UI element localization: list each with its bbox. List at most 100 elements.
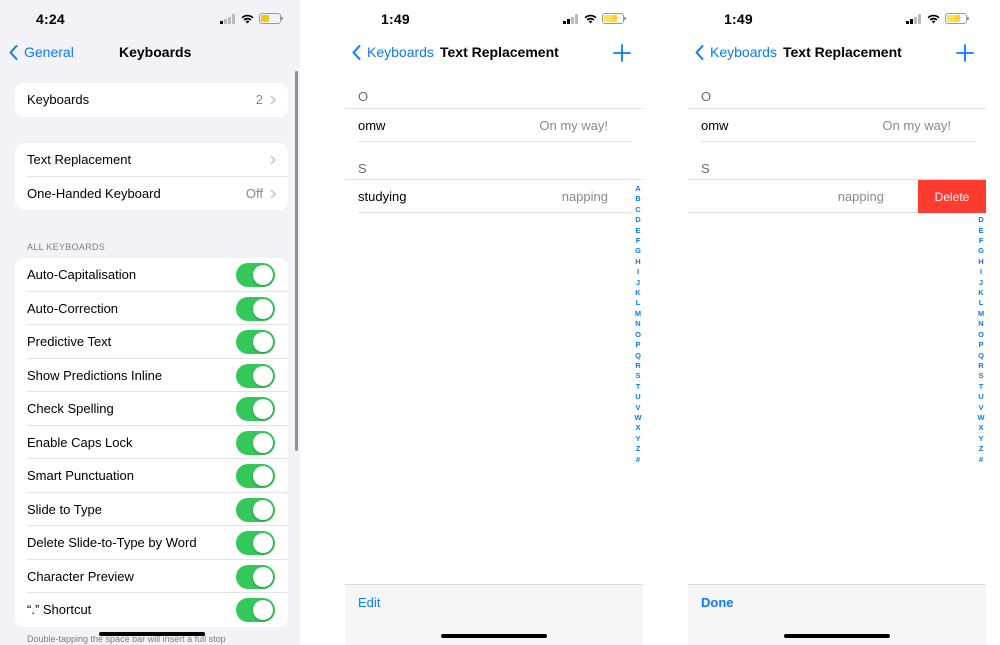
section-header-o: O: [701, 89, 712, 104]
toggle-switch[interactable]: [236, 363, 275, 388]
edit-button[interactable]: Edit: [358, 595, 380, 610]
index-letter[interactable]: J: [979, 278, 983, 288]
wifi-icon: [927, 14, 940, 23]
index-letter[interactable]: Z: [636, 444, 641, 454]
index-letter[interactable]: M: [978, 309, 984, 319]
toggle-switch[interactable]: [236, 564, 275, 589]
index-letter[interactable]: D: [635, 215, 640, 225]
index-letter[interactable]: V: [635, 403, 640, 413]
keyboards-row[interactable]: Keyboards 2: [15, 83, 288, 117]
index-letter[interactable]: X: [978, 423, 983, 433]
chevron-right-icon: [270, 155, 276, 165]
index-letter[interactable]: J: [636, 278, 640, 288]
toggle-switch[interactable]: [236, 464, 275, 488]
toggle-switch[interactable]: [236, 397, 275, 421]
index-letter[interactable]: W: [977, 413, 984, 423]
status-bar: 1:49 ⚡: [345, 0, 643, 38]
index-letter[interactable]: S: [978, 371, 983, 381]
status-time: 1:49: [381, 11, 410, 27]
index-letter[interactable]: Y: [635, 434, 640, 444]
row-label: Predictive Text: [27, 334, 112, 350]
section-index[interactable]: ABCDEFGHIJKLMNOPQRSTUVWXYZ#: [633, 184, 643, 465]
index-letter[interactable]: T: [979, 382, 984, 392]
text-options-group: Text Replacement One-Handed Keyboard Off: [15, 143, 288, 210]
home-indicator[interactable]: [441, 634, 547, 638]
chevron-right-icon: [270, 188, 276, 199]
index-letter[interactable]: K: [978, 288, 983, 298]
home-indicator[interactable]: [99, 632, 205, 636]
index-letter[interactable]: X: [635, 423, 640, 433]
status-icons: [220, 13, 283, 24]
index-letter[interactable]: C: [635, 205, 640, 215]
battery-icon: ⚡: [602, 13, 626, 24]
toggle-switch[interactable]: [236, 598, 275, 622]
toggle-switch[interactable]: [236, 263, 275, 287]
index-letter[interactable]: U: [978, 392, 983, 402]
index-letter[interactable]: D: [978, 215, 983, 225]
index-letter[interactable]: G: [978, 246, 984, 256]
index-letter[interactable]: H: [978, 257, 983, 267]
one-handed-keyboard-row[interactable]: One-Handed Keyboard Off: [15, 177, 288, 211]
index-letter[interactable]: P: [635, 340, 640, 350]
index-letter[interactable]: Q: [635, 351, 641, 361]
section-index[interactable]: ABCDEFGHIJKLMNOPQRSTUVWXYZ#: [976, 184, 986, 465]
index-letter[interactable]: H: [635, 257, 640, 267]
index-letter[interactable]: #: [636, 455, 640, 465]
index-letter[interactable]: M: [635, 309, 641, 319]
index-letter[interactable]: Z: [979, 444, 984, 454]
index-letter[interactable]: N: [635, 319, 640, 329]
index-letter[interactable]: F: [636, 236, 641, 246]
toggle-switch[interactable]: [236, 296, 275, 321]
toggle-row-enable-caps-lock: Enable Caps Lock: [15, 426, 288, 459]
text-replacement-row[interactable]: Text Replacement: [15, 143, 288, 177]
index-letter[interactable]: O: [978, 330, 984, 340]
index-letter[interactable]: #: [979, 455, 983, 465]
index-letter[interactable]: L: [636, 298, 641, 308]
index-letter[interactable]: B: [635, 194, 640, 204]
delete-button[interactable]: Delete: [918, 180, 986, 213]
back-button[interactable]: Keyboards: [352, 44, 434, 60]
index-letter[interactable]: V: [978, 403, 983, 413]
index-letter[interactable]: Q: [978, 351, 984, 361]
index-letter[interactable]: R: [635, 361, 640, 371]
section-header-o: O: [358, 89, 369, 104]
back-button[interactable]: General: [9, 44, 74, 60]
index-letter[interactable]: I: [637, 267, 639, 277]
text-replacement-delete-screen: 1:49 ⚡ Keyboards Text Replacement O omw …: [688, 0, 986, 645]
plus-icon[interactable]: [954, 42, 976, 64]
toggle-switch[interactable]: [236, 330, 275, 354]
done-button[interactable]: Done: [701, 595, 734, 610]
index-letter[interactable]: O: [635, 330, 641, 340]
home-indicator[interactable]: [784, 634, 890, 638]
index-letter[interactable]: L: [979, 298, 984, 308]
index-letter[interactable]: N: [978, 319, 983, 329]
index-letter[interactable]: R: [978, 361, 983, 371]
index-letter[interactable]: G: [635, 246, 641, 256]
toggle-row-check-spelling: Check Spelling: [15, 392, 288, 426]
navigation-bar: Keyboards Text Replacement: [345, 38, 643, 68]
keyboards-group: Keyboards 2: [15, 83, 288, 117]
plus-icon[interactable]: [611, 42, 633, 64]
index-letter[interactable]: U: [635, 392, 640, 402]
index-letter[interactable]: T: [636, 382, 641, 392]
toggle-switch[interactable]: [236, 430, 275, 455]
index-letter[interactable]: F: [979, 236, 984, 246]
toggle-switch[interactable]: [236, 497, 275, 522]
toggle-row-period-shortcut: “.” Shortcut: [15, 593, 288, 627]
index-letter[interactable]: E: [635, 226, 640, 236]
index-letter[interactable]: S: [635, 371, 640, 381]
index-letter[interactable]: P: [978, 340, 983, 350]
keyboards-settings-screen: 4:24 General Keyboards Keyboards 2 Text …: [0, 0, 300, 645]
index-letter[interactable]: W: [634, 413, 641, 423]
scrollbar[interactable]: [295, 71, 298, 451]
back-button[interactable]: Keyboards: [695, 44, 777, 60]
all-keyboards-group: Auto-Capitalisation Auto-Correction Pred…: [15, 258, 288, 627]
toggle-switch[interactable]: [236, 531, 275, 555]
index-letter[interactable]: E: [978, 226, 983, 236]
index-letter[interactable]: Y: [978, 434, 983, 444]
index-letter[interactable]: I: [980, 267, 982, 277]
index-letter[interactable]: A: [635, 184, 640, 194]
section-header-s: S: [701, 161, 710, 176]
index-letter[interactable]: K: [635, 288, 640, 298]
wifi-icon: [584, 14, 597, 23]
